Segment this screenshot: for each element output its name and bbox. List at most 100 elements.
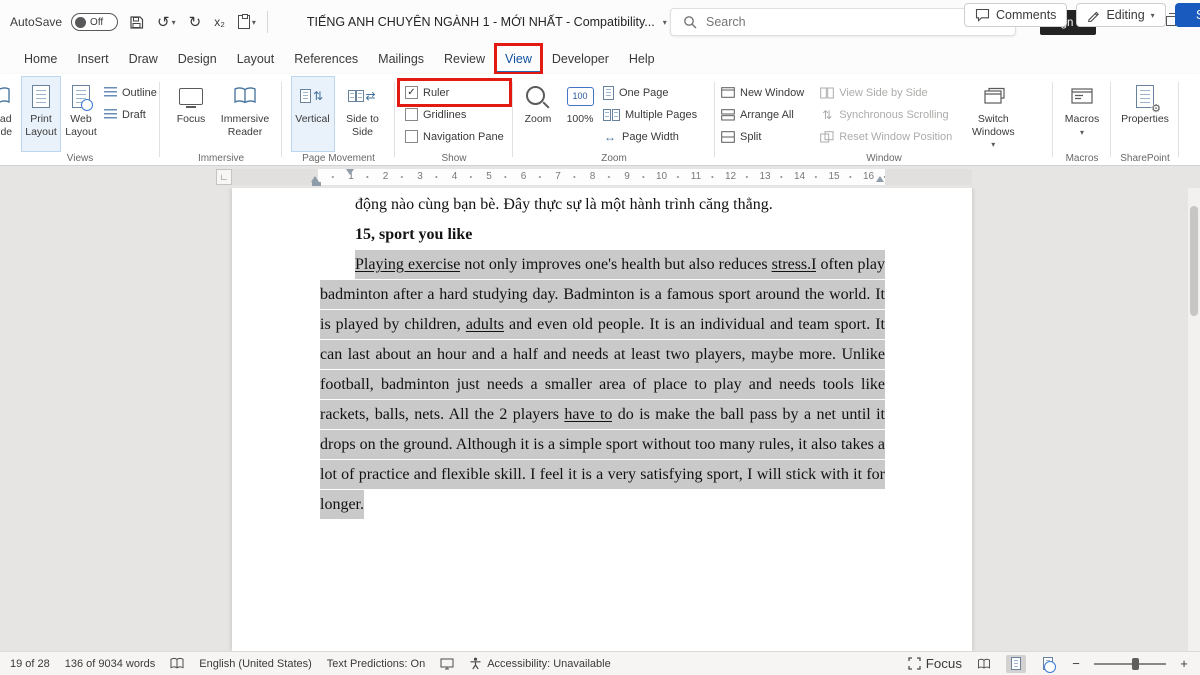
multiple-pages-button[interactable]: Multiple Pages bbox=[600, 105, 700, 124]
undo-button[interactable]: ↺ ▾ bbox=[155, 13, 178, 31]
focus-mode-button[interactable]: Focus bbox=[908, 656, 962, 671]
tab-mailings[interactable]: Mailings bbox=[368, 44, 434, 74]
page-width-icon: ↔ bbox=[603, 130, 617, 144]
zoom-button[interactable]: Zoom bbox=[516, 76, 560, 152]
vertical-button[interactable]: ⇅ Vertical bbox=[291, 76, 335, 152]
chevron-down-icon: ▾ bbox=[252, 18, 256, 27]
first-line-indent-marker[interactable] bbox=[346, 169, 354, 175]
left-indent-marker[interactable] bbox=[312, 182, 321, 186]
tab-insert[interactable]: Insert bbox=[67, 44, 118, 74]
zoom-100-button[interactable]: 100 100% bbox=[560, 76, 600, 152]
focus-label: Focus bbox=[926, 656, 962, 671]
multiple-pages-label: Multiple Pages bbox=[625, 109, 697, 121]
navigation-pane-checkbox[interactable] bbox=[405, 130, 418, 143]
ruler-right-margin bbox=[885, 169, 972, 185]
views-small-stack: Outline Draft bbox=[101, 76, 160, 151]
immersive-reader-icon bbox=[232, 81, 258, 111]
document-page[interactable]: động nào cùng bạn bè. Đây thực sự là một… bbox=[232, 188, 972, 651]
web-layout-button[interactable]: Web Layout bbox=[61, 76, 101, 152]
gridlines-checkbox[interactable] bbox=[405, 108, 418, 121]
gridlines-checkbox-row[interactable]: Gridlines bbox=[402, 105, 507, 124]
view-side-by-side-label: View Side by Side bbox=[839, 87, 927, 99]
tab-design[interactable]: Design bbox=[168, 44, 227, 74]
synchronous-scrolling-icon: ⇅ bbox=[820, 108, 834, 122]
language-indicator[interactable]: English (United States) bbox=[199, 658, 312, 670]
switch-windows-button[interactable]: Switch Windows ▾ bbox=[965, 76, 1021, 152]
editing-dropdown[interactable]: Editing ▾ bbox=[1076, 3, 1165, 27]
ruler-number: 2 bbox=[381, 169, 391, 185]
tab-stop-selector[interactable]: ∟ bbox=[216, 169, 232, 185]
properties-button[interactable]: ⚙ Properties bbox=[1117, 76, 1173, 152]
ruler-checkbox[interactable]: ✓ bbox=[405, 86, 418, 99]
focus-icon bbox=[908, 657, 921, 670]
zoom-slider-thumb[interactable] bbox=[1132, 658, 1139, 670]
macros-button[interactable]: Macros ▾ bbox=[1058, 76, 1106, 152]
right-indent-marker[interactable] bbox=[876, 176, 884, 182]
subscript-button[interactable]: x₂ bbox=[212, 15, 227, 29]
ribbon-group-views: Read Mode Print Layout Web Layout Outlin… bbox=[0, 74, 160, 165]
one-page-button[interactable]: One Page bbox=[600, 83, 700, 102]
ribbon-group-macros: Macros ▾ Macros bbox=[1053, 74, 1111, 165]
read-mode-button[interactable]: Read Mode bbox=[0, 76, 21, 152]
autosave-label: AutoSave bbox=[10, 15, 62, 29]
tab-home[interactable]: Home bbox=[14, 44, 67, 74]
tab-review[interactable]: Review bbox=[434, 44, 495, 74]
ruler-number: 11 bbox=[689, 169, 703, 185]
word-count[interactable]: 136 of 9034 words bbox=[65, 658, 156, 670]
new-window-label: New Window bbox=[740, 87, 804, 99]
document-title[interactable]: TIẾNG ANH CHUYÊN NGÀNH 1 - MỚI NHẤT - Co… bbox=[307, 15, 667, 29]
new-window-button[interactable]: New Window bbox=[718, 83, 807, 102]
tab-references[interactable]: References bbox=[284, 44, 368, 74]
zoom-slider[interactable] bbox=[1094, 663, 1166, 665]
save-button[interactable] bbox=[127, 15, 146, 30]
outline-button[interactable]: Outline bbox=[101, 83, 160, 102]
page-indicator[interactable]: 19 of 28 bbox=[10, 658, 50, 670]
vertical-scrollbar[interactable] bbox=[1188, 188, 1200, 651]
views-group-label: Views bbox=[0, 153, 160, 164]
draft-button[interactable]: Draft bbox=[101, 105, 160, 124]
tab-view[interactable]: View bbox=[495, 44, 542, 74]
tab-help[interactable]: Help bbox=[619, 44, 665, 74]
search-input[interactable] bbox=[706, 15, 966, 29]
ruler-number: 16 bbox=[861, 169, 876, 185]
print-layout-view-button[interactable] bbox=[1006, 655, 1026, 673]
tab-developer[interactable]: Developer bbox=[542, 44, 619, 74]
zoom-in-button[interactable]: + bbox=[1178, 656, 1190, 671]
web-layout-icon bbox=[1043, 657, 1053, 670]
zoom-label: Zoom bbox=[525, 113, 552, 126]
autosave-toggle[interactable]: Off bbox=[71, 13, 118, 31]
properties-icon: ⚙ bbox=[1136, 81, 1154, 111]
reset-window-position-icon bbox=[820, 131, 834, 143]
text-run-underlined: adults bbox=[466, 310, 504, 339]
print-layout-button[interactable]: Print Layout bbox=[21, 76, 61, 152]
divider bbox=[267, 11, 268, 33]
comments-button[interactable]: Comments bbox=[964, 3, 1067, 27]
read-mode-view-button[interactable] bbox=[974, 655, 994, 673]
ruler-checkbox-row[interactable]: ✓ Ruler bbox=[402, 83, 507, 102]
section-heading: 15, sport you like bbox=[320, 220, 885, 250]
scrollbar-thumb[interactable] bbox=[1190, 206, 1198, 316]
zoom-out-button[interactable]: − bbox=[1070, 656, 1082, 671]
side-to-side-button[interactable]: ⇄ Side to Side bbox=[339, 76, 387, 152]
share-button[interactable]: Share bbox=[1175, 3, 1200, 27]
page-width-button[interactable]: ↔ Page Width bbox=[600, 127, 700, 146]
paste-button[interactable]: ▾ bbox=[236, 15, 258, 29]
redo-button[interactable]: ↻ bbox=[187, 13, 204, 31]
side-to-side-icon: ⇄ bbox=[348, 81, 378, 111]
display-settings-icon[interactable] bbox=[440, 658, 454, 670]
accessibility-indicator[interactable]: Accessibility: Unavailable bbox=[469, 657, 611, 670]
tab-layout[interactable]: Layout bbox=[227, 44, 285, 74]
focus-button[interactable]: Focus bbox=[169, 76, 213, 152]
immersive-reader-button[interactable]: Immersive Reader bbox=[217, 76, 273, 152]
arrange-all-button[interactable]: Arrange All bbox=[718, 105, 807, 124]
tab-draw[interactable]: Draw bbox=[119, 44, 168, 74]
selected-paragraph[interactable]: Playing exercise not only improves one's… bbox=[320, 250, 885, 520]
text-run-underlined: have to bbox=[564, 400, 612, 429]
navigation-pane-checkbox-row[interactable]: Navigation Pane bbox=[402, 127, 507, 146]
one-page-label: One Page bbox=[619, 87, 669, 99]
horizontal-ruler[interactable]: ∟ 12345678910111213141516 bbox=[0, 166, 1200, 188]
proofing-errors-icon[interactable] bbox=[170, 657, 184, 670]
web-layout-view-button[interactable] bbox=[1038, 655, 1058, 673]
split-button[interactable]: Split bbox=[718, 127, 807, 146]
text-predictions-indicator[interactable]: Text Predictions: On bbox=[327, 658, 425, 670]
